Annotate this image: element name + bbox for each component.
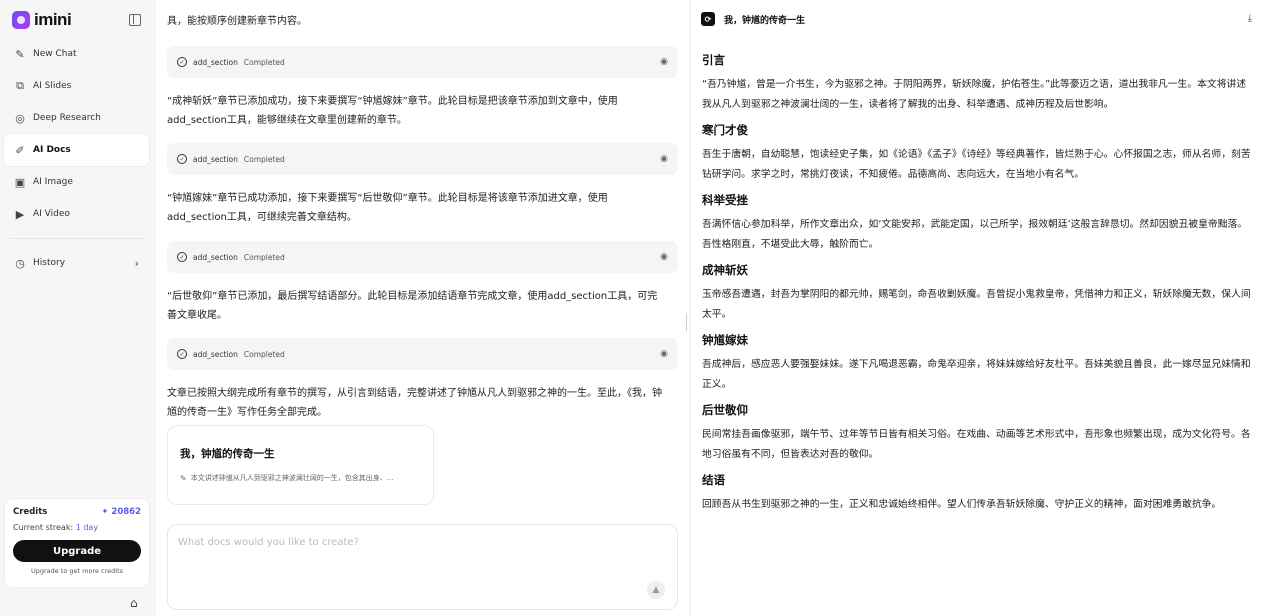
tool-call[interactable]: ✓ add_section Completed ◉	[167, 241, 678, 273]
slides-icon: ⧉	[16, 79, 24, 92]
check-icon: ✓	[177, 154, 187, 164]
chat-message: “钟馗嫁妹”章节已成功添加，接下来要撰写“后世敬仰”章节。此轮目标是将该章节添加…	[167, 193, 608, 223]
chat-input[interactable]	[178, 537, 658, 577]
upgrade-note: Upgrade to get more credits	[30, 567, 124, 575]
section-heading: 后世敬仰	[702, 403, 748, 417]
sidebar-item-new-chat[interactable]: ✎ New Chat	[4, 38, 149, 70]
upgrade-button[interactable]: Upgrade	[13, 540, 141, 562]
credits-label: Credits	[13, 507, 48, 517]
doc-card-title: 我，钟馗的传奇一生	[180, 448, 275, 460]
section-heading: 钟馗嫁妹	[702, 333, 748, 347]
section-heading: 寒门才俊	[702, 123, 748, 137]
tool-status: Completed	[243, 57, 285, 67]
check-icon: ✓	[177, 349, 187, 359]
video-icon: ▶	[15, 207, 25, 221]
streak: Current streak: 1 day	[13, 523, 141, 532]
eye-icon[interactable]: ◉	[660, 252, 668, 262]
sidebar-item-ai-docs[interactable]: ✐ AI Docs	[4, 134, 149, 166]
tool-call[interactable]: ✓ add_section Completed ◉	[167, 338, 678, 370]
collapse-sidebar-icon[interactable]	[129, 14, 141, 26]
app-name: imini	[34, 10, 72, 29]
section-body: 吾满怀信心参加科举，所作文章出众，如‘文能安邦，武能定国，以己所学，报效朝廷’这…	[702, 219, 1248, 250]
eye-icon[interactable]: ◉	[660, 57, 668, 67]
eye-icon[interactable]: ◉	[660, 349, 668, 359]
eye-icon[interactable]: ◉	[660, 154, 668, 164]
doc-card-desc: 本文讲述钟馗从凡人到驱邪之神波澜壮阔的一生，包含其出身、...	[190, 474, 394, 482]
sidebar-item-label: AI Slides	[33, 81, 72, 91]
section-body: 玉帝感吾遭遇，封吾为掌阴阳的都元帅，赐笔剑，命吾收剿妖魔。吾曾捉小鬼救皇帝，凭借…	[702, 289, 1251, 320]
clock-icon: ◷	[15, 256, 25, 270]
chat-message: 具，能按顺序创建新章节内容。	[167, 16, 307, 27]
sidebar-item-label: AI Docs	[33, 145, 71, 155]
doc-body: 引言 “吾乃钟馗，曾是一介书生，今为驱邪之神。于阴阳两界，斩妖除魔，护佑苍生。”…	[702, 52, 1254, 522]
doc-card[interactable]: 我，钟馗的传奇一生 ✎ 本文讲述钟馗从凡人到驱邪之神波澜壮阔的一生，包含其出身、…	[167, 425, 434, 505]
docs-icon: ✐	[15, 143, 25, 157]
streak-label: Current streak:	[13, 523, 74, 532]
sidebar-nav: ✎ New Chat ⧉ AI Slides ◎ Deep Research ✐…	[4, 38, 149, 279]
sidebar-item-ai-video[interactable]: ▶ AI Video	[4, 198, 149, 230]
sidebar-item-ai-slides[interactable]: ⧉ AI Slides	[4, 70, 149, 102]
section-heading: 引言	[702, 53, 725, 67]
tool-status: Completed	[243, 154, 285, 164]
sidebar: imini ✎ New Chat ⧉ AI Slides ◎ Deep Rese…	[0, 0, 156, 616]
logo[interactable]: imini	[12, 10, 72, 30]
research-icon: ◎	[15, 111, 25, 125]
tool-status: Completed	[243, 252, 285, 262]
tool-status: Completed	[243, 349, 285, 359]
sidebar-item-history[interactable]: ◷ History ›	[4, 247, 149, 279]
chat-panel: 具，能按顺序创建新章节内容。 ✓ add_section Completed ◉…	[156, 0, 689, 616]
section-body: 回顾吾从书生到驱邪之神的一生，正义和忠诚始终相伴。望人们传承吾斩妖除魔、守护正义…	[702, 499, 1222, 510]
send-button[interactable]: ▲	[647, 581, 665, 599]
tool-call[interactable]: ✓ add_section Completed ◉	[167, 46, 678, 78]
doc-header: ⟳ 我，钟馗的传奇一生	[701, 12, 805, 26]
tool-call[interactable]: ✓ add_section Completed ◉	[167, 143, 678, 175]
doc-card-desc-row: ✎ 本文讲述钟馗从凡人到驱邪之神波澜壮阔的一生，包含其出身、...	[180, 473, 421, 483]
section-heading: 成神斩妖	[702, 263, 748, 277]
sidebar-item-label: History	[33, 258, 66, 268]
credits-row: Credits ✦ 20862	[13, 507, 141, 517]
check-icon: ✓	[177, 252, 187, 262]
document-panel: ⟳ 我，钟馗的传奇一生 ⤓ 引言 “吾乃钟馗，曾是一介书生，今为驱邪之神。于阴阳…	[690, 0, 1268, 616]
check-icon: ✓	[177, 57, 187, 67]
sidebar-item-label: AI Image	[33, 177, 73, 187]
image-icon: ▣	[14, 175, 26, 189]
sidebar-item-label: AI Video	[33, 209, 70, 219]
doc-title: 我，钟馗的传奇一生	[724, 15, 806, 26]
section-body: 吾成神后，感应恶人要强娶妹妹。遂下凡喝退恶霸，命鬼卒迎亲，将妹妹嫁给好友杜平。吾…	[702, 359, 1251, 390]
doc-edit-icon: ✎	[180, 473, 187, 483]
section-body: “吾乃钟馗，曾是一介书生，今为驱邪之神。于阴阳两界，斩妖除魔，护佑苍生。”此等豪…	[702, 79, 1247, 110]
sidebar-item-ai-image[interactable]: ▣ AI Image	[4, 166, 149, 198]
chat-input-box[interactable]: ▲	[167, 524, 678, 610]
tool-name: add_section	[193, 252, 238, 262]
section-heading: 科举受挫	[702, 193, 748, 207]
sidebar-item-label: New Chat	[33, 49, 77, 59]
tool-name: add_section	[193, 349, 238, 359]
chat-message: “后世敬仰”章节已添加，最后撰写结语部分。此轮目标是添加结语章节完成文章，使用a…	[167, 291, 658, 321]
download-icon[interactable]: ⤓	[1248, 13, 1252, 24]
divider	[10, 238, 143, 239]
sparkle-icon: ✦	[101, 507, 109, 517]
streak-value: 1 day	[75, 523, 99, 532]
credits-amount: 20862	[111, 507, 141, 517]
credits-amount-wrap: ✦ 20862	[101, 507, 141, 517]
chat-message: “成神斩妖”章节已添加成功，接下来要撰写“钟馗嫁妹”章节。此轮目标是把该章节添加…	[167, 96, 618, 126]
chat-message: 文章已按照大纲完成所有章节的撰写，从引言到结语，完整讲述了钟馗从凡人到驱邪之神的…	[167, 388, 662, 418]
chevron-right-icon: ›	[134, 256, 139, 270]
section-body: 吾生于唐朝，自幼聪慧，饱读经史子集，如《论语》《孟子》《诗经》等经典著作，皆烂熟…	[702, 149, 1251, 180]
new-chat-icon: ✎	[15, 47, 25, 61]
home-icon[interactable]: ⌂	[130, 596, 138, 610]
credits-card: Credits ✦ 20862 Current streak: 1 day Up…	[5, 499, 149, 587]
sidebar-item-label: Deep Research	[33, 113, 101, 123]
logo-icon	[12, 11, 30, 29]
section-heading: 结语	[702, 473, 725, 487]
tool-name: add_section	[193, 154, 238, 164]
tool-name: add_section	[193, 57, 238, 67]
document-icon: ⟳	[701, 12, 715, 26]
history-wrap: ◷ History	[14, 256, 66, 270]
sidebar-item-deep-research[interactable]: ◎ Deep Research	[4, 102, 149, 134]
section-body: 民间常挂吾画像驱邪，端午节、过年等节日皆有相关习俗。在戏曲、动画等艺术形式中，吾…	[702, 429, 1251, 460]
